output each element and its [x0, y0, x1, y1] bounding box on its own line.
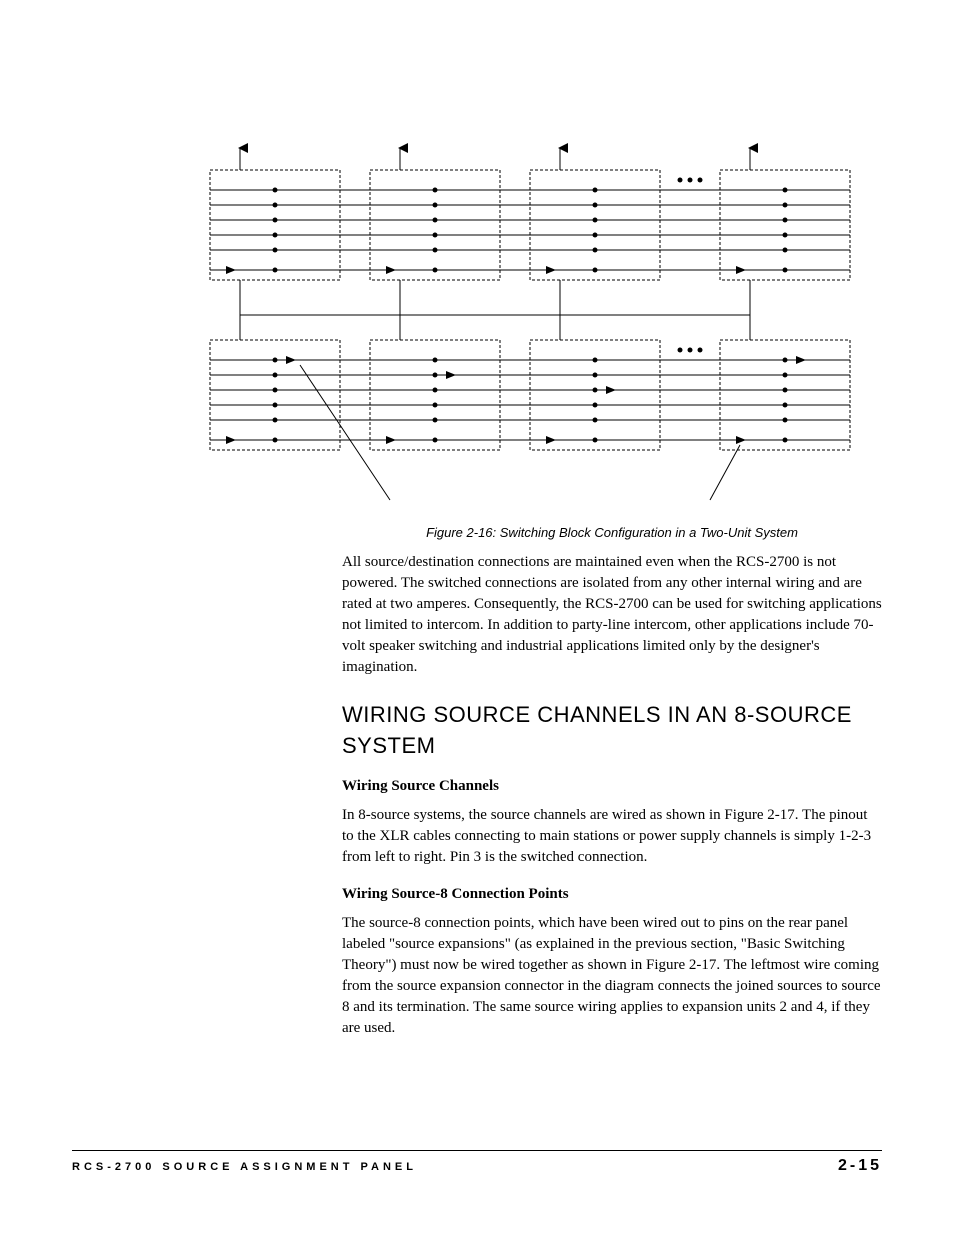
- footer-title: RCS-2700 SOURCE ASSIGNMENT PANEL: [72, 1161, 417, 1173]
- heading-wiring-source-channels-system: WIRING SOURCE CHANNELS IN AN 8-SOURCE SY…: [342, 700, 882, 762]
- paragraph-wiring-source-channels: In 8-source systems, the source channels…: [342, 805, 882, 868]
- figure-caption: Figure 2-16: Switching Block Configurati…: [342, 524, 882, 542]
- paragraph-intro: All source/destination connections are m…: [342, 552, 882, 678]
- figure-diagram: [180, 140, 882, 510]
- heading-wiring-source8: Wiring Source-8 Connection Points: [342, 884, 882, 905]
- heading-wiring-source-channels: Wiring Source Channels: [342, 776, 882, 797]
- page: Figure 2-16: Switching Block Configurati…: [0, 0, 954, 1235]
- page-footer: RCS-2700 SOURCE ASSIGNMENT PANEL 2-15: [72, 1150, 882, 1175]
- switching-block-diagram: [180, 140, 880, 510]
- footer-page-number: 2-15: [838, 1157, 882, 1175]
- content-column: Figure 2-16: Switching Block Configurati…: [342, 524, 882, 1039]
- paragraph-wiring-source8: The source-8 connection points, which ha…: [342, 913, 882, 1039]
